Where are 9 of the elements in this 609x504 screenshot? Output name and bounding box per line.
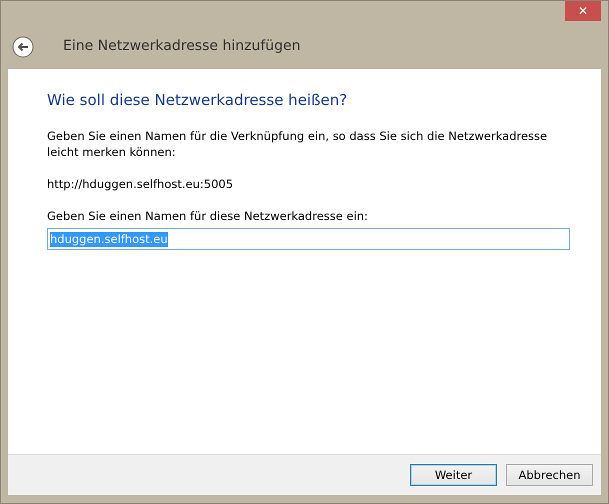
field-label: Geben Sie einen Namen für diese Netzwerkadresse ein: [47, 208, 369, 224]
wizard-title: Eine Netzwerkadresse hinzufügen [63, 38, 300, 56]
cancel-button[interactable]: Abbrechen [506, 464, 593, 486]
description-text: Geben Sie einen Namen für die Verknüpfung ein, so dass Sie sich die Netzwerkadresse leicht merken können: [47, 128, 548, 160]
close-button[interactable]: ✕ [565, 1, 601, 21]
back-icon[interactable] [12, 36, 34, 58]
page-heading: Wie soll diese Netzwerkadresse heißen? [47, 91, 348, 109]
next-button[interactable]: Weiter [410, 464, 497, 486]
address-text: http://hduggen.selfhost.eu:5005 [47, 176, 234, 192]
